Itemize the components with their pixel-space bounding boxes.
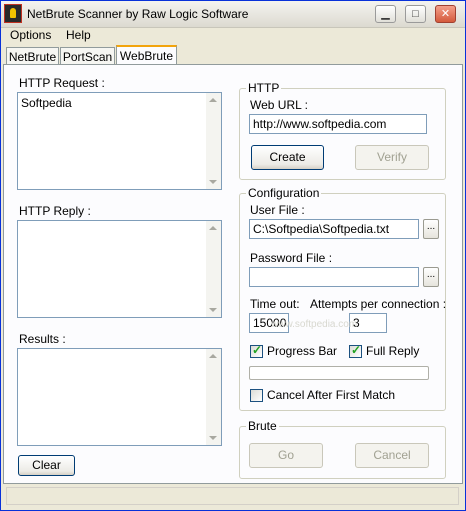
results-label: Results : bbox=[19, 332, 66, 346]
minimize-icon: ▁ bbox=[381, 8, 390, 20]
cancel-after-first-match-label[interactable]: Cancel After First Match bbox=[267, 388, 395, 402]
tab-portscan[interactable]: PortScan bbox=[60, 47, 115, 65]
clear-button[interactable]: Clear bbox=[18, 455, 75, 476]
maximize-icon: □ bbox=[412, 8, 419, 20]
app-icon[interactable] bbox=[4, 4, 22, 23]
scroll-up-icon[interactable] bbox=[209, 354, 217, 358]
web-url-input[interactable]: http://www.softpedia.com bbox=[249, 114, 427, 134]
http-reply-scrollbar[interactable] bbox=[206, 221, 221, 317]
http-request-text: Softpedia bbox=[21, 96, 72, 110]
timeout-label: Time out: bbox=[250, 297, 300, 311]
close-icon: ✕ bbox=[440, 8, 451, 20]
main-window: NetBrute Scanner by Raw Logic Software ▁… bbox=[0, 0, 466, 511]
http-reply-label: HTTP Reply : bbox=[19, 204, 91, 218]
results-textarea[interactable] bbox=[17, 348, 222, 446]
http-reply-textarea[interactable] bbox=[17, 220, 222, 318]
status-bar bbox=[6, 487, 459, 505]
web-url-label: Web URL : bbox=[250, 98, 309, 112]
progress-bar bbox=[249, 366, 429, 380]
window-title: NetBrute Scanner by Raw Logic Software bbox=[27, 7, 249, 21]
http-group-title: HTTP bbox=[246, 81, 282, 95]
cancel-after-first-match-checkbox[interactable] bbox=[250, 389, 263, 402]
password-file-browse-button[interactable]: ... bbox=[423, 267, 439, 287]
cancel-button[interactable]: Cancel bbox=[355, 443, 429, 468]
scroll-up-icon[interactable] bbox=[209, 98, 217, 102]
password-file-label: Password File : bbox=[250, 251, 333, 265]
scroll-up-icon[interactable] bbox=[209, 226, 217, 230]
menu-help[interactable]: Help bbox=[66, 28, 91, 42]
user-file-browse-button[interactable]: ... bbox=[423, 219, 439, 239]
maximize-button[interactable]: □ bbox=[405, 5, 426, 23]
scroll-down-icon[interactable] bbox=[209, 436, 217, 440]
brute-group-title: Brute bbox=[246, 419, 279, 433]
full-reply-label[interactable]: Full Reply bbox=[366, 344, 419, 358]
user-file-input[interactable]: C:\Softpedia\Softpedia.txt bbox=[249, 219, 419, 239]
watermark: www.softpedia.com bbox=[271, 319, 358, 330]
attempts-label: Attempts per connection : bbox=[310, 297, 447, 311]
scroll-down-icon[interactable] bbox=[209, 308, 217, 312]
title-bar[interactable]: NetBrute Scanner by Raw Logic Software ▁… bbox=[1, 1, 465, 28]
menu-bar: Options Help bbox=[1, 27, 465, 45]
go-button[interactable]: Go bbox=[249, 443, 323, 468]
full-reply-checkbox[interactable] bbox=[349, 343, 362, 358]
tab-netbrute[interactable]: NetBrute bbox=[6, 47, 59, 65]
progress-bar-checkbox[interactable] bbox=[250, 343, 263, 358]
http-request-label: HTTP Request : bbox=[19, 76, 105, 90]
progress-bar-label[interactable]: Progress Bar bbox=[267, 344, 337, 358]
tab-webbrute[interactable]: WebBrute bbox=[116, 45, 177, 66]
user-file-label: User File : bbox=[250, 203, 305, 217]
menu-options[interactable]: Options bbox=[10, 28, 51, 42]
verify-button[interactable]: Verify bbox=[355, 145, 429, 170]
http-request-textarea[interactable]: Softpedia bbox=[17, 92, 222, 190]
http-request-scrollbar[interactable] bbox=[206, 93, 221, 189]
close-button[interactable]: ✕ bbox=[435, 5, 456, 23]
results-scrollbar[interactable] bbox=[206, 349, 221, 445]
configuration-group-title: Configuration bbox=[246, 186, 322, 200]
create-button[interactable]: Create bbox=[251, 145, 324, 170]
minimize-button[interactable]: ▁ bbox=[375, 5, 396, 23]
scroll-down-icon[interactable] bbox=[209, 180, 217, 184]
password-file-input[interactable] bbox=[249, 267, 419, 287]
